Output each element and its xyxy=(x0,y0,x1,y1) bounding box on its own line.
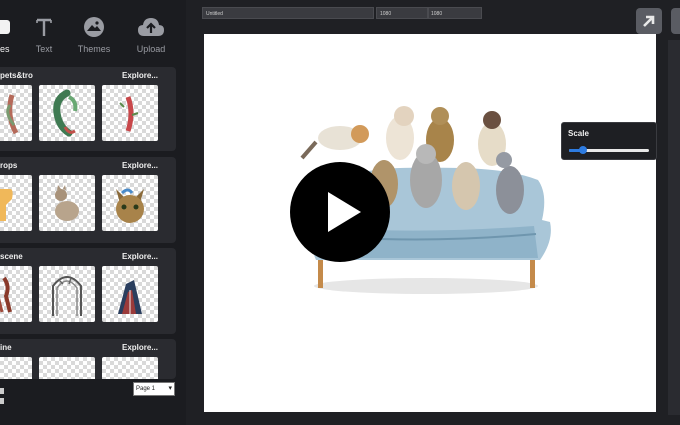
height-field[interactable]: 1080 xyxy=(428,7,482,19)
menu-icon[interactable] xyxy=(0,388,4,416)
width-value: 1080 xyxy=(380,11,392,17)
sidebar-scrollbar[interactable] xyxy=(178,64,184,374)
category-panel: pets&tro Explore... xyxy=(0,67,176,151)
category-panel: scene Explore... xyxy=(0,248,176,334)
arrow-up-right-icon xyxy=(643,15,655,27)
height-value: 1080 xyxy=(431,11,443,17)
play-icon xyxy=(328,192,361,232)
shape-thumbnail[interactable] xyxy=(102,266,158,322)
tab-shapes-label: es xyxy=(0,44,10,54)
tab-shapes[interactable]: es xyxy=(0,0,20,64)
right-panel-edge xyxy=(668,40,680,415)
expand-button[interactable] xyxy=(636,8,662,34)
shape-thumbnail[interactable] xyxy=(102,175,158,231)
explore-link[interactable]: Explore... xyxy=(122,343,158,352)
tab-text[interactable]: Text xyxy=(24,0,64,64)
width-field[interactable]: 1080 xyxy=(376,7,428,19)
tab-upload-label: Upload xyxy=(136,44,166,54)
top-toolbar: Untitled 1080 1080 xyxy=(186,0,680,34)
text-icon xyxy=(36,18,52,36)
side-button[interactable] xyxy=(671,8,680,34)
shapes-icon xyxy=(0,20,10,34)
tab-upload[interactable]: Upload xyxy=(128,0,174,64)
chevron-down-icon: ▾ xyxy=(168,385,172,392)
design-name-value: Untitled xyxy=(206,11,223,17)
design-name-field[interactable]: Untitled xyxy=(202,7,374,19)
shape-thumbnail[interactable] xyxy=(0,175,32,231)
category-panel: ine Explore... xyxy=(0,339,176,379)
explore-link[interactable]: Explore... xyxy=(122,161,158,170)
cats-on-sofa-image[interactable] xyxy=(204,34,656,412)
shape-thumbnail[interactable] xyxy=(0,266,32,322)
scale-popover: Scale xyxy=(561,122,657,160)
sidebar: es Text Themes Upload pets&tro Explore..… xyxy=(0,0,186,425)
tab-themes-label: Themes xyxy=(77,44,111,54)
shape-thumbnail[interactable] xyxy=(0,357,32,379)
category-panel: rops Explore... xyxy=(0,157,176,243)
shape-thumbnail[interactable] xyxy=(102,85,158,141)
scale-slider[interactable] xyxy=(569,146,649,154)
category-title: scene xyxy=(0,252,23,261)
design-canvas[interactable] xyxy=(204,34,656,412)
explore-link[interactable]: Explore... xyxy=(122,252,158,261)
shape-thumbnail[interactable] xyxy=(102,357,158,379)
tab-themes[interactable]: Themes xyxy=(70,0,118,64)
scale-slider-handle[interactable] xyxy=(579,146,588,154)
category-title: ine xyxy=(0,343,12,352)
shape-thumbnail[interactable] xyxy=(39,266,95,322)
page-select[interactable]: Page 1 ▾ xyxy=(133,382,175,396)
shape-thumbnail[interactable] xyxy=(39,357,95,379)
play-button[interactable] xyxy=(290,162,390,262)
shape-thumbnail[interactable] xyxy=(39,85,95,141)
themes-icon xyxy=(84,17,104,37)
explore-link[interactable]: Explore... xyxy=(122,71,158,80)
page-select-value: Page 1 xyxy=(136,386,156,392)
shape-thumbnail[interactable] xyxy=(0,85,32,141)
sidebar-tabs: es Text Themes Upload xyxy=(0,0,186,64)
upload-icon xyxy=(138,18,164,36)
category-title: rops xyxy=(0,161,18,170)
shape-thumbnail[interactable] xyxy=(39,175,95,231)
category-title: pets&tro xyxy=(0,71,33,80)
tab-text-label: Text xyxy=(35,44,53,54)
scale-label: Scale xyxy=(568,129,589,138)
